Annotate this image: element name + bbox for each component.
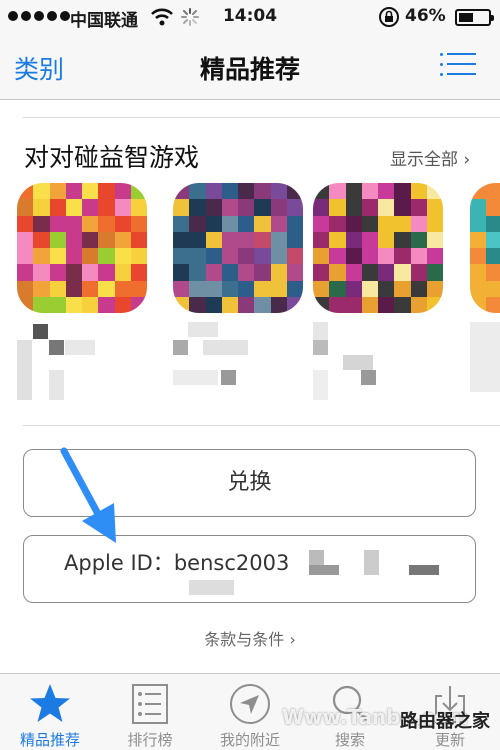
tab-label: 排行榜: [127, 731, 173, 749]
tab-featured[interactable]: 精品推荐: [0, 674, 100, 750]
ranking-list-icon: [132, 684, 168, 724]
battery-percent: 46%: [405, 6, 446, 26]
app-info-blurred: [173, 322, 303, 402]
tab-label: 我的附近: [219, 731, 280, 749]
tab-label: 精品推荐: [19, 731, 80, 749]
app-icon[interactable]: [17, 183, 147, 313]
tab-top-charts[interactable]: 排行榜: [100, 674, 200, 750]
app-icon[interactable]: [173, 183, 303, 313]
page-title: 精品推荐: [199, 55, 300, 84]
status-bar: 中国联通 14:04 46%: [0, 0, 500, 34]
divider: [23, 425, 500, 426]
app-icon[interactable]: [313, 183, 443, 313]
location-arrow-icon: [230, 684, 270, 724]
tab-label: 搜索: [334, 731, 365, 749]
apple-id-label: Apple ID：bensc2003: [64, 551, 290, 575]
app-info-blurred: [470, 322, 500, 402]
app-info-blurred: [313, 322, 443, 402]
section-title: 对对碰益智游戏: [24, 143, 200, 172]
see-all-link[interactable]: 显示全部 ›: [390, 145, 470, 170]
annotation-arrow-icon: [60, 447, 116, 543]
watermark-site: 路由器之家: [400, 711, 490, 732]
list-menu-icon[interactable]: [440, 52, 476, 78]
battery-icon: [455, 9, 494, 26]
divider: [23, 117, 500, 118]
app-icon[interactable]: [470, 183, 500, 313]
orientation-lock-icon: [378, 6, 400, 33]
app-info-blurred: [17, 322, 147, 402]
navigation-bar: 类别 精品推荐: [0, 34, 500, 100]
star-icon: [30, 684, 70, 722]
terms-link[interactable]: 条款与条件 ›: [0, 626, 500, 650]
